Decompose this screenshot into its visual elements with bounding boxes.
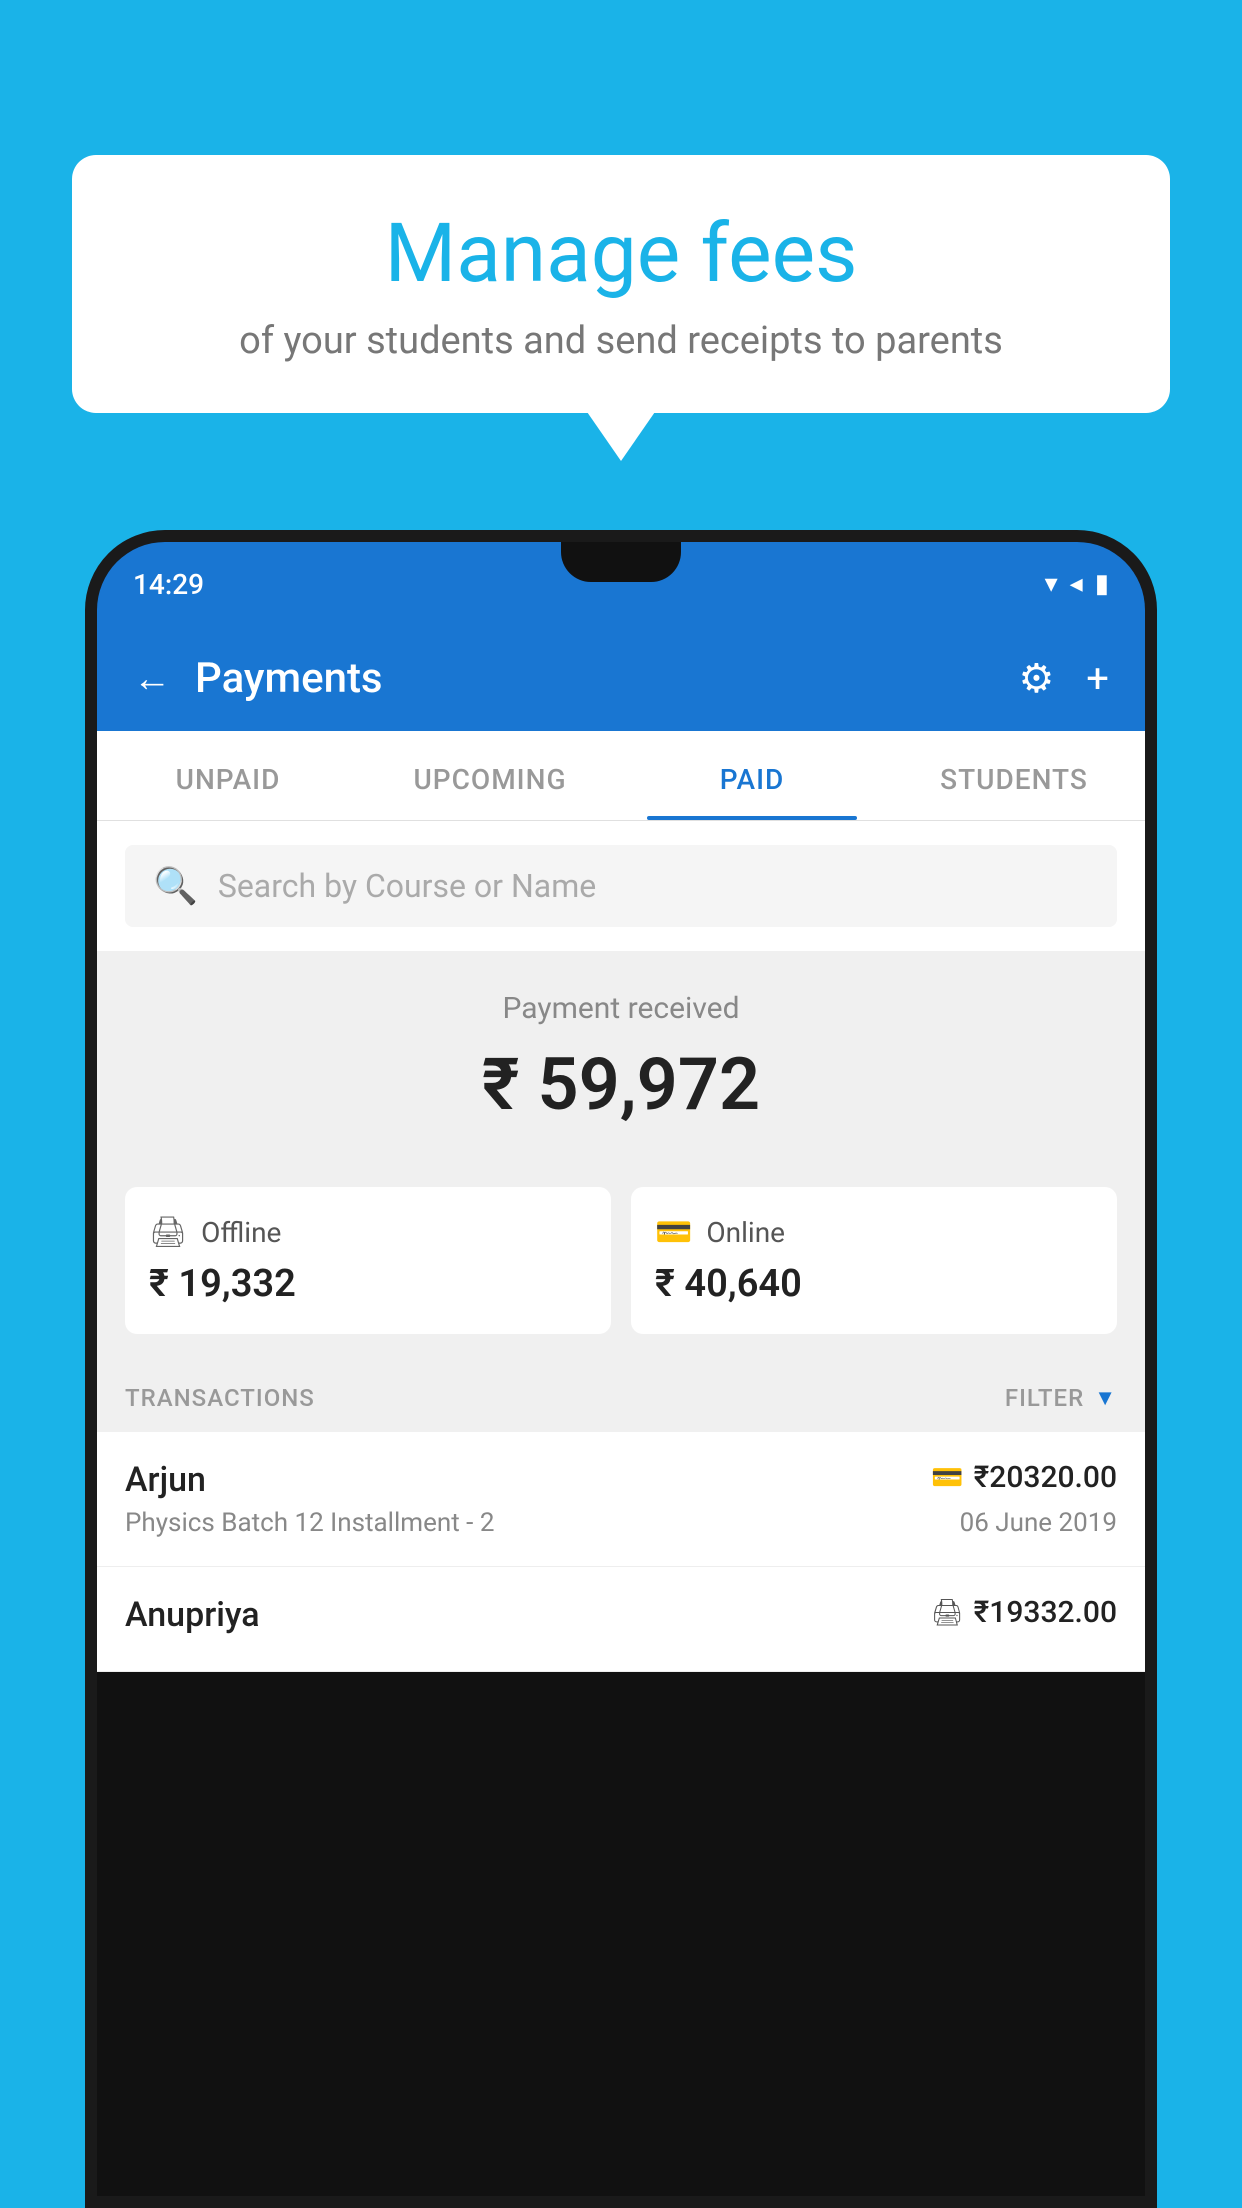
transaction-amount: ₹20320.00: [974, 1460, 1117, 1495]
offline-card: 🖨 Offline ₹ 19,332: [125, 1187, 611, 1334]
phone-frame: 14:29 ▾ ◂ ▮ ← Payments ⚙ + UNPAID UPCOMI…: [85, 530, 1157, 2208]
header-left: ← Payments: [133, 654, 383, 703]
speech-bubble: Manage fees of your students and send re…: [72, 155, 1170, 413]
payment-cards-row: 🖨 Offline ₹ 19,332 💳 Online ₹ 40,640: [97, 1187, 1145, 1364]
table-row[interactable]: Arjun 💳 ₹20320.00 Physics Batch 12 Insta…: [97, 1432, 1145, 1567]
transactions-label: TRANSACTIONS: [125, 1384, 315, 1412]
filter-icon: ▼: [1094, 1385, 1117, 1411]
transaction-name: Anupriya: [125, 1595, 260, 1635]
transaction-main-row: Anupriya 🖨 ₹19332.00: [125, 1595, 1117, 1635]
transaction-amount-wrap: 🖨 ₹19332.00: [931, 1595, 1117, 1630]
online-card: 💳 Online ₹ 40,640: [631, 1187, 1117, 1334]
transaction-name: Arjun: [125, 1460, 206, 1500]
bubble-subtitle: of your students and send receipts to pa…: [132, 319, 1110, 363]
transaction-amount-wrap: 💳 ₹20320.00: [931, 1460, 1117, 1495]
bubble-title: Manage fees: [132, 209, 1110, 299]
tab-paid[interactable]: PAID: [621, 731, 883, 820]
online-icon: 💳: [655, 1215, 692, 1250]
online-label: Online: [706, 1216, 785, 1249]
transaction-sub-row: Physics Batch 12 Installment - 2 06 June…: [125, 1508, 1117, 1538]
tab-unpaid[interactable]: UNPAID: [97, 731, 359, 820]
header-right: ⚙ +: [1018, 655, 1109, 702]
online-amount: ₹ 40,640: [655, 1262, 802, 1306]
status-time: 14:29: [133, 568, 204, 601]
app-content: 🔍 Search by Course or Name Payment recei…: [97, 821, 1145, 1672]
add-icon[interactable]: +: [1086, 655, 1109, 702]
wifi-icon: ▾: [1045, 569, 1058, 599]
status-bar: 14:29 ▾ ◂ ▮: [97, 542, 1145, 626]
transactions-header: TRANSACTIONS FILTER ▼: [97, 1364, 1145, 1432]
offline-amount: ₹ 19,332: [149, 1262, 296, 1306]
app-header: ← Payments ⚙ +: [97, 626, 1145, 731]
search-icon: 🔍: [153, 865, 198, 907]
filter-label: FILTER: [1005, 1384, 1084, 1412]
offline-card-header: 🖨 Offline: [149, 1215, 281, 1250]
search-input-wrap[interactable]: 🔍 Search by Course or Name: [125, 845, 1117, 927]
offline-label: Offline: [201, 1216, 281, 1249]
online-card-header: 💳 Online: [655, 1215, 785, 1250]
battery-icon: ▮: [1095, 569, 1109, 599]
transaction-payment-icon: 💳: [931, 1463, 963, 1493]
tab-students[interactable]: STUDENTS: [883, 731, 1145, 820]
transaction-date: 06 June 2019: [960, 1508, 1117, 1538]
transaction-course: Physics Batch 12 Installment - 2: [125, 1508, 494, 1538]
page-title: Payments: [195, 654, 383, 703]
transaction-payment-icon: 🖨: [931, 1598, 964, 1628]
back-button[interactable]: ←: [133, 657, 171, 701]
transaction-amount: ₹19332.00: [974, 1595, 1117, 1630]
table-row[interactable]: Anupriya 🖨 ₹19332.00: [97, 1567, 1145, 1672]
offline-icon: 🖨: [149, 1215, 187, 1250]
settings-icon[interactable]: ⚙: [1018, 655, 1054, 702]
signal-icon: ◂: [1070, 569, 1083, 599]
transaction-main-row: Arjun 💳 ₹20320.00: [125, 1460, 1117, 1500]
search-bar-container: 🔍 Search by Course or Name: [97, 821, 1145, 951]
filter-button[interactable]: FILTER ▼: [1005, 1384, 1117, 1412]
tab-upcoming[interactable]: UPCOMING: [359, 731, 621, 820]
search-input[interactable]: Search by Course or Name: [218, 867, 596, 905]
payment-received-label: Payment received: [125, 991, 1117, 1026]
payment-received-amount: ₹ 59,972: [125, 1042, 1117, 1127]
payment-section: Payment received ₹ 59,972: [97, 951, 1145, 1187]
status-icons: ▾ ◂ ▮: [1045, 569, 1109, 599]
tab-bar: UNPAID UPCOMING PAID STUDENTS: [97, 731, 1145, 821]
